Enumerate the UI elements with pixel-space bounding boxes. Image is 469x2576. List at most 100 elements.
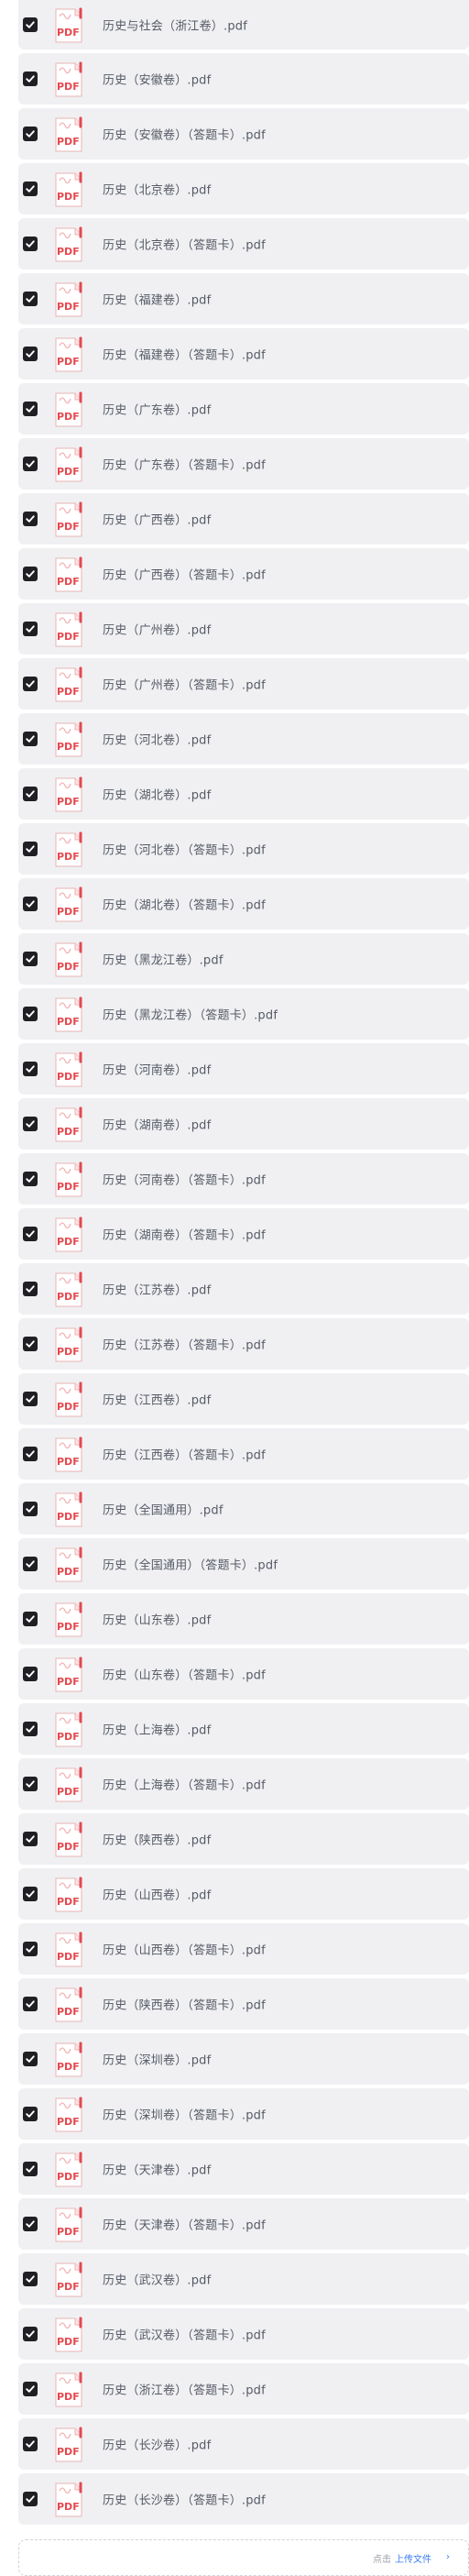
file-row[interactable]: PDF 历史（天津卷）.pdf: [18, 2143, 469, 2195]
file-row[interactable]: PDF 历史（黑龙江卷）（答题卡）.pdf: [18, 988, 469, 1040]
file-checkbox[interactable]: [23, 1062, 38, 1076]
file-row[interactable]: PDF 历史（江苏卷）.pdf: [18, 1263, 469, 1315]
file-row[interactable]: PDF 历史（北京卷）.pdf: [18, 163, 469, 215]
file-checkbox[interactable]: [23, 567, 38, 581]
file-row[interactable]: PDF 历史（湖北卷）.pdf: [18, 768, 469, 820]
file-row[interactable]: PDF 历史（广西卷）.pdf: [18, 493, 469, 545]
file-row[interactable]: PDF 历史（福建卷）.pdf: [18, 273, 469, 325]
file-row[interactable]: PDF 历史（天津卷）（答题卡）.pdf: [18, 2198, 469, 2250]
file-row[interactable]: PDF 历史（河南卷）（答题卡）.pdf: [18, 1153, 469, 1205]
svg-text:PDF: PDF: [57, 1236, 80, 1248]
file-row[interactable]: PDF 历史（江苏卷）（答题卡）.pdf: [18, 1318, 469, 1370]
file-checkbox[interactable]: [23, 787, 38, 801]
file-checkbox[interactable]: [23, 237, 38, 251]
file-checkbox[interactable]: [23, 1722, 38, 1736]
file-row[interactable]: PDF 历史（长沙卷）.pdf: [18, 2418, 469, 2470]
file-checkbox[interactable]: [23, 732, 38, 746]
file-checkbox[interactable]: [23, 1887, 38, 1901]
file-row[interactable]: PDF 历史（上海卷）.pdf: [18, 1703, 469, 1755]
file-checkbox[interactable]: [23, 2272, 38, 2286]
file-checkbox[interactable]: [23, 622, 38, 636]
file-checkbox[interactable]: [23, 1007, 38, 1021]
check-icon: [26, 1065, 35, 1073]
file-row[interactable]: PDF 历史（安徽卷）.pdf: [18, 53, 469, 105]
file-checkbox[interactable]: [23, 1557, 38, 1571]
file-checkbox[interactable]: [23, 1777, 38, 1791]
file-checkbox[interactable]: [23, 1172, 38, 1186]
file-row[interactable]: PDF 历史（福建卷）（答题卡）.pdf: [18, 328, 469, 380]
file-row[interactable]: PDF 历史（山西卷）.pdf: [18, 1868, 469, 1920]
file-row[interactable]: PDF 历史（全国通用）.pdf: [18, 1483, 469, 1535]
file-checkbox[interactable]: [23, 1117, 38, 1131]
file-checkbox[interactable]: [23, 2162, 38, 2176]
file-row[interactable]: PDF 历史（武汉卷）.pdf: [18, 2253, 469, 2305]
file-checkbox[interactable]: [23, 72, 38, 86]
file-name: 历史（广州卷）.pdf: [103, 623, 212, 638]
file-checkbox[interactable]: [23, 1612, 38, 1626]
file-checkbox[interactable]: [23, 2052, 38, 2066]
file-row[interactable]: PDF 历史（安徽卷）（答题卡）.pdf: [18, 108, 469, 160]
file-row[interactable]: PDF 历史（江西卷）（答题卡）.pdf: [18, 1428, 469, 1480]
file-row[interactable]: PDF 历史（长沙卷）（答题卡）.pdf: [18, 2473, 469, 2525]
file-checkbox[interactable]: [23, 1832, 38, 1846]
file-row[interactable]: PDF 历史（河北卷）（答题卡）.pdf: [18, 823, 469, 875]
file-row[interactable]: PDF 历史（湖北卷）（答题卡）.pdf: [18, 878, 469, 930]
file-row[interactable]: PDF 历史（山东卷）.pdf: [18, 1593, 469, 1645]
file-row[interactable]: PDF 历史（广州卷）（答题卡）.pdf: [18, 658, 469, 710]
file-checkbox[interactable]: [23, 1392, 38, 1406]
file-checkbox[interactable]: [23, 17, 38, 32]
file-row[interactable]: PDF 历史（上海卷）（答题卡）.pdf: [18, 1758, 469, 1810]
file-checkbox[interactable]: [23, 677, 38, 691]
file-row[interactable]: PDF 历史（湖南卷）.pdf: [18, 1098, 469, 1150]
file-row[interactable]: PDF 历史（河北卷）.pdf: [18, 713, 469, 765]
file-checkbox[interactable]: [23, 2382, 38, 2396]
file-row[interactable]: PDF 历史（广东卷）（答题卡）.pdf: [18, 438, 469, 490]
file-row[interactable]: PDF 历史（广西卷）（答题卡）.pdf: [18, 548, 469, 600]
file-row[interactable]: PDF 历史（广州卷）.pdf: [18, 603, 469, 655]
file-checkbox[interactable]: [23, 1447, 38, 1461]
file-checkbox[interactable]: [23, 1227, 38, 1241]
upload-area[interactable]: 点击 上传文件 ›: [18, 2539, 469, 2576]
file-row[interactable]: PDF 历史（湖南卷）（答题卡）.pdf: [18, 1208, 469, 1260]
file-row[interactable]: PDF 历史（陕西卷）.pdf: [18, 1813, 469, 1865]
file-row[interactable]: PDF 历史（深圳卷）（答题卡）.pdf: [18, 2088, 469, 2140]
file-checkbox[interactable]: [23, 2492, 38, 2506]
file-checkbox[interactable]: [23, 952, 38, 966]
file-checkbox[interactable]: [23, 1282, 38, 1296]
file-checkbox[interactable]: [23, 1997, 38, 2011]
file-checkbox[interactable]: [23, 457, 38, 471]
file-checkbox[interactable]: [23, 292, 38, 306]
file-checkbox[interactable]: [23, 512, 38, 526]
file-checkbox[interactable]: [23, 2217, 38, 2231]
file-checkbox[interactable]: [23, 127, 38, 141]
file-checkbox[interactable]: [23, 2437, 38, 2451]
file-checkbox[interactable]: [23, 402, 38, 416]
file-row[interactable]: PDF 历史（浙江卷）（答题卡）.pdf: [18, 2363, 469, 2415]
file-row[interactable]: PDF 历史（武汉卷）（答题卡）.pdf: [18, 2308, 469, 2360]
svg-text:PDF: PDF: [57, 2006, 80, 2018]
check-icon: [26, 955, 35, 963]
file-row[interactable]: PDF 历史（江西卷）.pdf: [18, 1373, 469, 1425]
file-row[interactable]: PDF 历史（山东卷）（答题卡）.pdf: [18, 1648, 469, 1700]
file-row[interactable]: PDF 历史（北京卷）（答题卡）.pdf: [18, 218, 469, 270]
file-row[interactable]: PDF 历史与社会（浙江卷）.pdf: [18, 0, 469, 50]
file-row[interactable]: PDF 历史（深圳卷）.pdf: [18, 2033, 469, 2085]
file-row[interactable]: PDF 历史（山西卷）（答题卡）.pdf: [18, 1923, 469, 1975]
file-row[interactable]: PDF 历史（全国通用）（答题卡）.pdf: [18, 1538, 469, 1590]
file-checkbox[interactable]: [23, 182, 38, 196]
file-checkbox[interactable]: [23, 347, 38, 361]
file-name: 历史（长沙卷）（答题卡）.pdf: [103, 2493, 266, 2508]
file-checkbox[interactable]: [23, 842, 38, 856]
file-checkbox[interactable]: [23, 1667, 38, 1681]
file-checkbox[interactable]: [23, 1337, 38, 1351]
file-row[interactable]: PDF 历史（广东卷）.pdf: [18, 383, 469, 435]
file-checkbox[interactable]: [23, 897, 38, 911]
upload-file-link[interactable]: 上传文件: [395, 2555, 431, 2565]
file-checkbox[interactable]: [23, 2327, 38, 2341]
file-checkbox[interactable]: [23, 2107, 38, 2121]
file-checkbox[interactable]: [23, 1942, 38, 1956]
file-row[interactable]: PDF 历史（黑龙江卷）.pdf: [18, 933, 469, 985]
file-checkbox[interactable]: [23, 1502, 38, 1516]
file-row[interactable]: PDF 历史（河南卷）.pdf: [18, 1043, 469, 1095]
file-row[interactable]: PDF 历史（陕西卷）（答题卡）.pdf: [18, 1978, 469, 2030]
